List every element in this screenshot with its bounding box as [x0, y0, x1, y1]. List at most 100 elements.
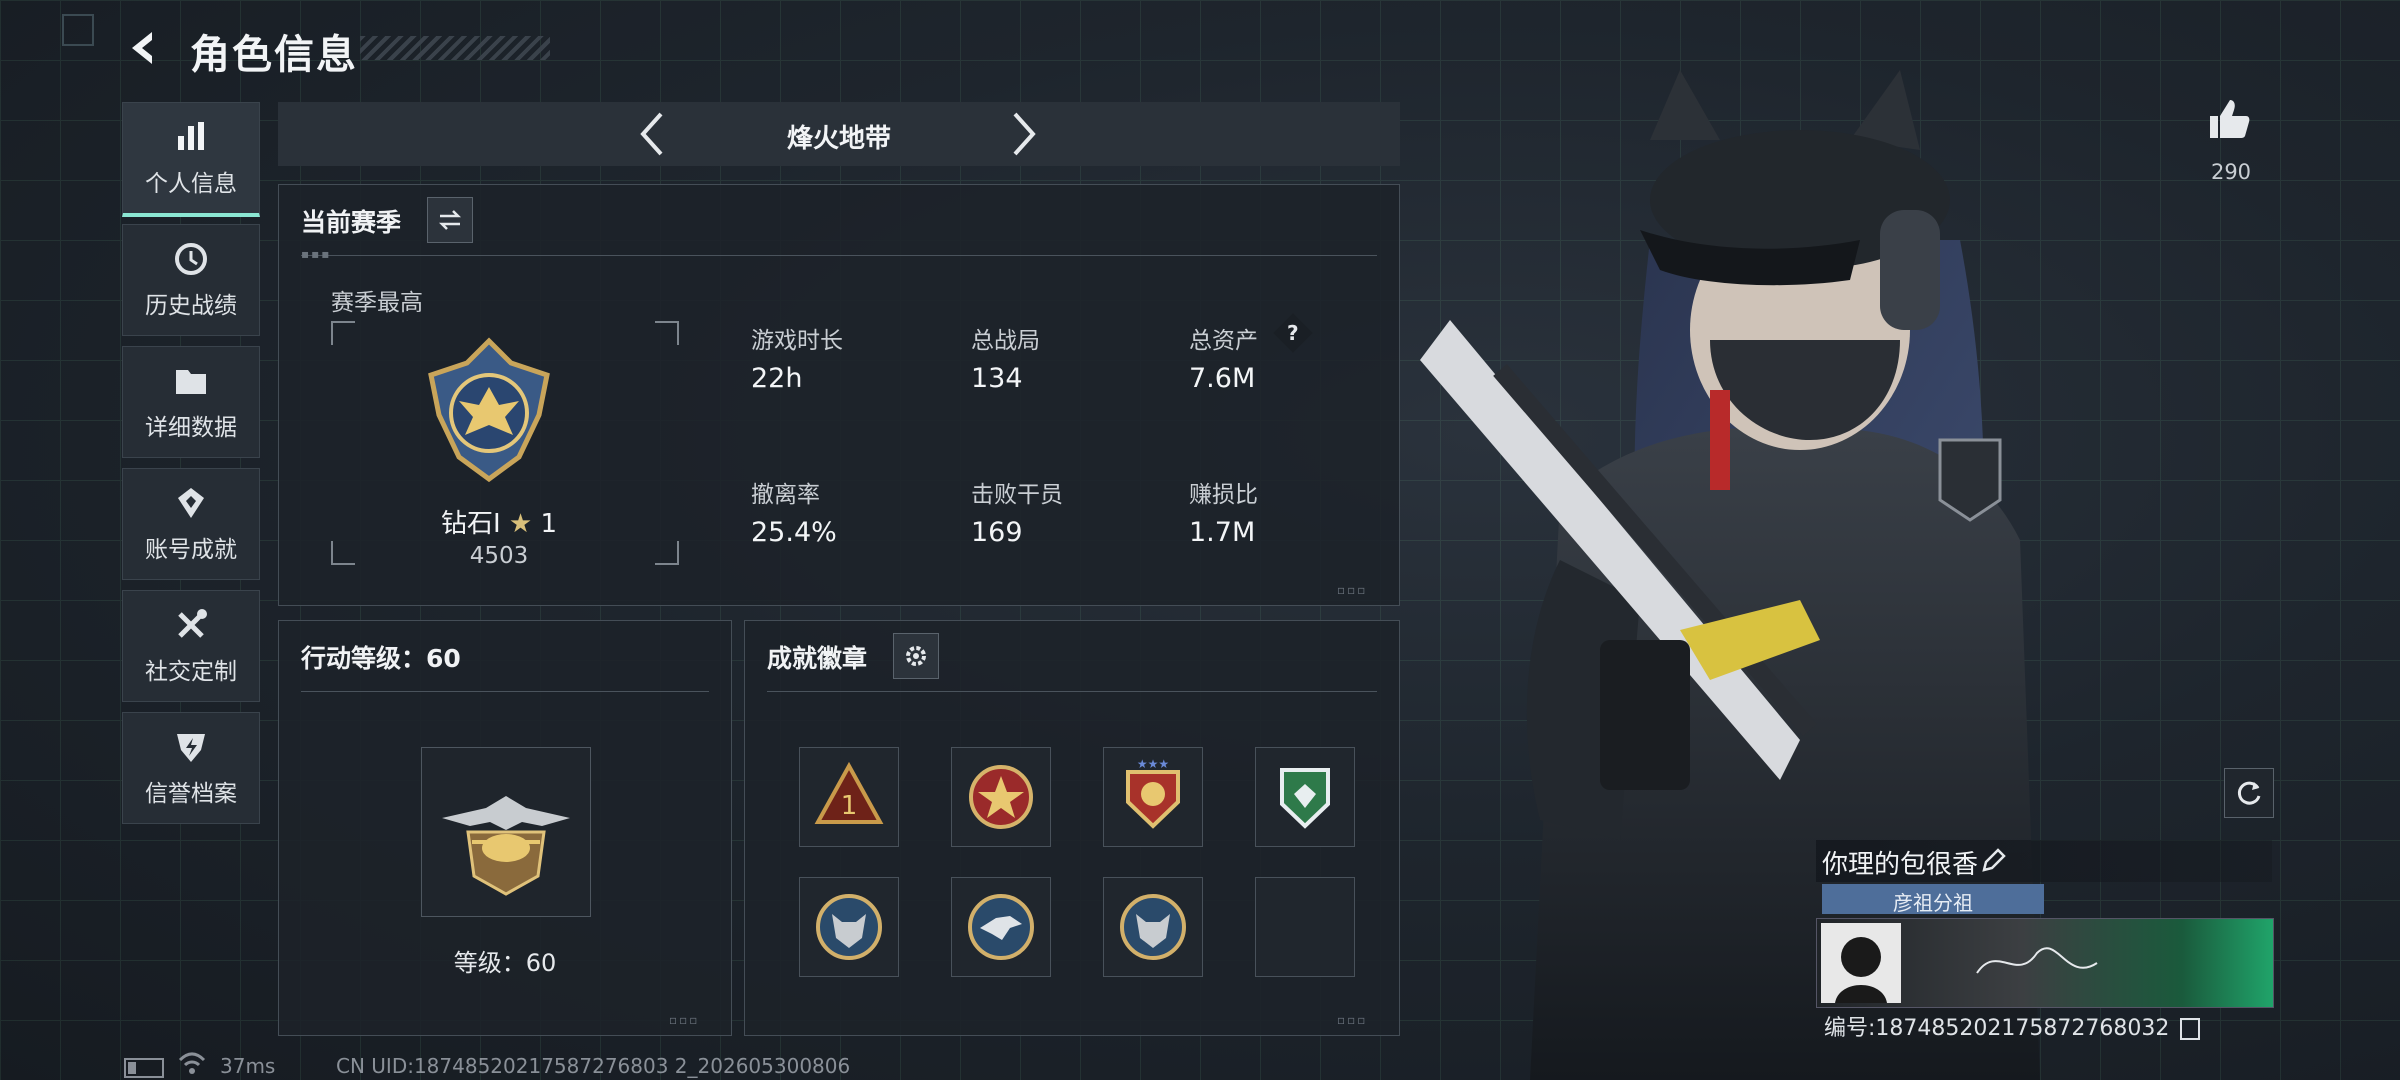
thumbs-up-icon	[2210, 100, 2250, 138]
action-level-divider	[301, 691, 709, 692]
red-star-badge-icon	[969, 765, 1033, 829]
wolf-badge-icon	[816, 894, 882, 960]
sidebar-item-personal-info[interactable]: 个人信息	[122, 102, 260, 217]
help-mark: ?	[1287, 320, 1299, 345]
mode-selector: 烽火地带	[278, 102, 1400, 166]
gold-shield-badge-icon: ★★★	[1126, 757, 1180, 829]
mode-name: 烽火地带	[786, 124, 891, 154]
copy-icon[interactable]	[2180, 1018, 2201, 1040]
badges-settings-button[interactable]	[893, 633, 939, 679]
signature-scribble	[1976, 947, 2098, 974]
svg-text:★★★: ★★★	[1137, 757, 1169, 771]
help-icon[interactable]: ?	[1273, 313, 1313, 353]
svg-text:1: 1	[841, 791, 858, 821]
frame-corner	[655, 321, 679, 345]
folder-icon	[176, 370, 206, 394]
uid-text: CN UID:18748520217587276803 2_2026053008…	[336, 1054, 851, 1078]
helicopter-emblem	[442, 796, 570, 896]
season-panel: 当前赛季 ▪▪▪ 赛季最高 钻石I ★ 1 4503 游戏时长 22h 总战局 …	[278, 184, 1400, 606]
shield-lightning-icon	[177, 734, 205, 762]
badge-gold-shield[interactable]: ★★★	[1103, 747, 1203, 847]
group-name: 彦祖分祖	[1893, 891, 1973, 915]
badge-wolf[interactable]	[799, 877, 899, 977]
stat-label-profit-ratio: 赚损比	[1189, 482, 1258, 508]
sidebar-item-history[interactable]: 历史战绩	[122, 224, 260, 336]
sidebar-item-credit[interactable]: 信誉档案	[122, 712, 260, 824]
back-arrow-icon	[132, 32, 152, 64]
refresh-button[interactable]	[2224, 768, 2274, 818]
player-id-text: 编号:1874852021758727680​32	[1824, 1016, 2170, 1041]
season-title: 当前赛季	[301, 208, 402, 237]
rank-name-row: 钻石I ★ 1	[279, 503, 719, 540]
sidebar-item-achievements[interactable]: 账号成就	[122, 468, 260, 580]
diamond-rank-emblem	[428, 337, 550, 483]
avatar-image	[1835, 937, 1887, 1003]
sidebar-item-label: 社交定制	[145, 659, 237, 685]
gear-icon	[906, 646, 926, 666]
sidebar-item-detailed-data[interactable]: 详细数据	[122, 346, 260, 458]
badge-green-shield[interactable]	[1255, 747, 1355, 847]
badges-panel: 成就徽章 1 ★★★ ▫▫▫	[744, 620, 1400, 1036]
rank-name: 钻石I	[440, 509, 501, 539]
eagle-badge-icon	[968, 894, 1034, 960]
badges-divider	[767, 691, 1377, 692]
wifi-icon	[178, 1052, 206, 1074]
rank-score: 4503	[469, 543, 529, 569]
player-id: 编号:1874852021758727680​32	[1824, 1010, 2201, 1042]
back-button[interactable]	[122, 26, 166, 70]
player-name: 你理的包很香	[1822, 850, 1979, 880]
like-count: 290	[2210, 160, 2252, 184]
edit-pencil-icon[interactable]	[1980, 848, 2006, 874]
stat-label-total-matches: 总战局	[971, 328, 1040, 354]
tools-icon	[178, 609, 207, 638]
sidebar-item-label: 详细数据	[145, 415, 237, 441]
action-level-title: 行动等级：60	[301, 644, 461, 673]
stat-label-kills: 击败干员	[971, 482, 1063, 508]
sidebar-item-social[interactable]: 社交定制	[122, 590, 260, 702]
decor-dots: ▫▫▫	[1337, 583, 1368, 597]
page-title: 角色信息	[190, 32, 358, 78]
level-emblem-frame	[421, 747, 591, 917]
rank-stars: 1	[540, 509, 558, 539]
badge-empty-slot[interactable]	[1255, 877, 1355, 977]
badge-red-star[interactable]	[951, 747, 1051, 847]
like-button[interactable]	[2206, 96, 2252, 142]
ping-text: 37ms	[220, 1054, 276, 1078]
battery-icon	[124, 1058, 164, 1078]
decor-dots: ▫▫▫	[669, 1013, 700, 1027]
avatar	[1821, 923, 1901, 1003]
badge-eagle[interactable]	[951, 877, 1051, 977]
season-best-label: 赛季最高	[331, 290, 423, 316]
wolf-badge-icon	[1120, 894, 1186, 960]
stat-value-total-assets: 7.6M	[1189, 363, 1256, 394]
sidebar-item-label: 账号成就	[145, 537, 237, 563]
stat-label-extract-rate: 撤离率	[751, 482, 820, 508]
bar-chart-icon	[178, 122, 204, 150]
switch-season-button[interactable]	[427, 197, 473, 243]
sidebar-item-label: 历史战绩	[145, 293, 237, 319]
sidebar-item-label: 信誉档案	[145, 781, 237, 807]
swap-icon	[438, 210, 462, 230]
stat-value-kills: 169	[971, 517, 1023, 548]
group-tag: 彦祖分祖	[1822, 884, 2044, 915]
stat-value-play-time: 22h	[751, 363, 803, 394]
refresh-icon	[2237, 781, 2261, 805]
badges-title: 成就徽章	[767, 644, 868, 673]
action-level-panel: 行动等级：60 等级：60 ▫▫▫	[278, 620, 732, 1036]
badge-wolf-2[interactable]	[1103, 877, 1203, 977]
stat-label-total-assets: 总资产	[1189, 328, 1258, 354]
stat-value-profit-ratio: 1.7M	[1189, 517, 1256, 548]
stat-value-total-matches: 134	[971, 363, 1023, 394]
season-divider	[301, 255, 1377, 256]
stat-label-play-time: 游戏时长	[751, 328, 843, 354]
chevron-right-icon	[1013, 112, 1036, 156]
green-shield-badge-icon	[1280, 768, 1330, 829]
next-mode-button[interactable]	[994, 102, 1054, 166]
history-clock-icon	[175, 243, 207, 275]
badge-rank-1[interactable]: 1	[799, 747, 899, 847]
level-text: 等级：60	[453, 949, 557, 977]
profile-banner[interactable]	[1816, 918, 2274, 1008]
decor-dots: ▪▪▪	[301, 247, 332, 261]
frame-corner	[331, 321, 355, 345]
corner-marker	[62, 14, 94, 46]
